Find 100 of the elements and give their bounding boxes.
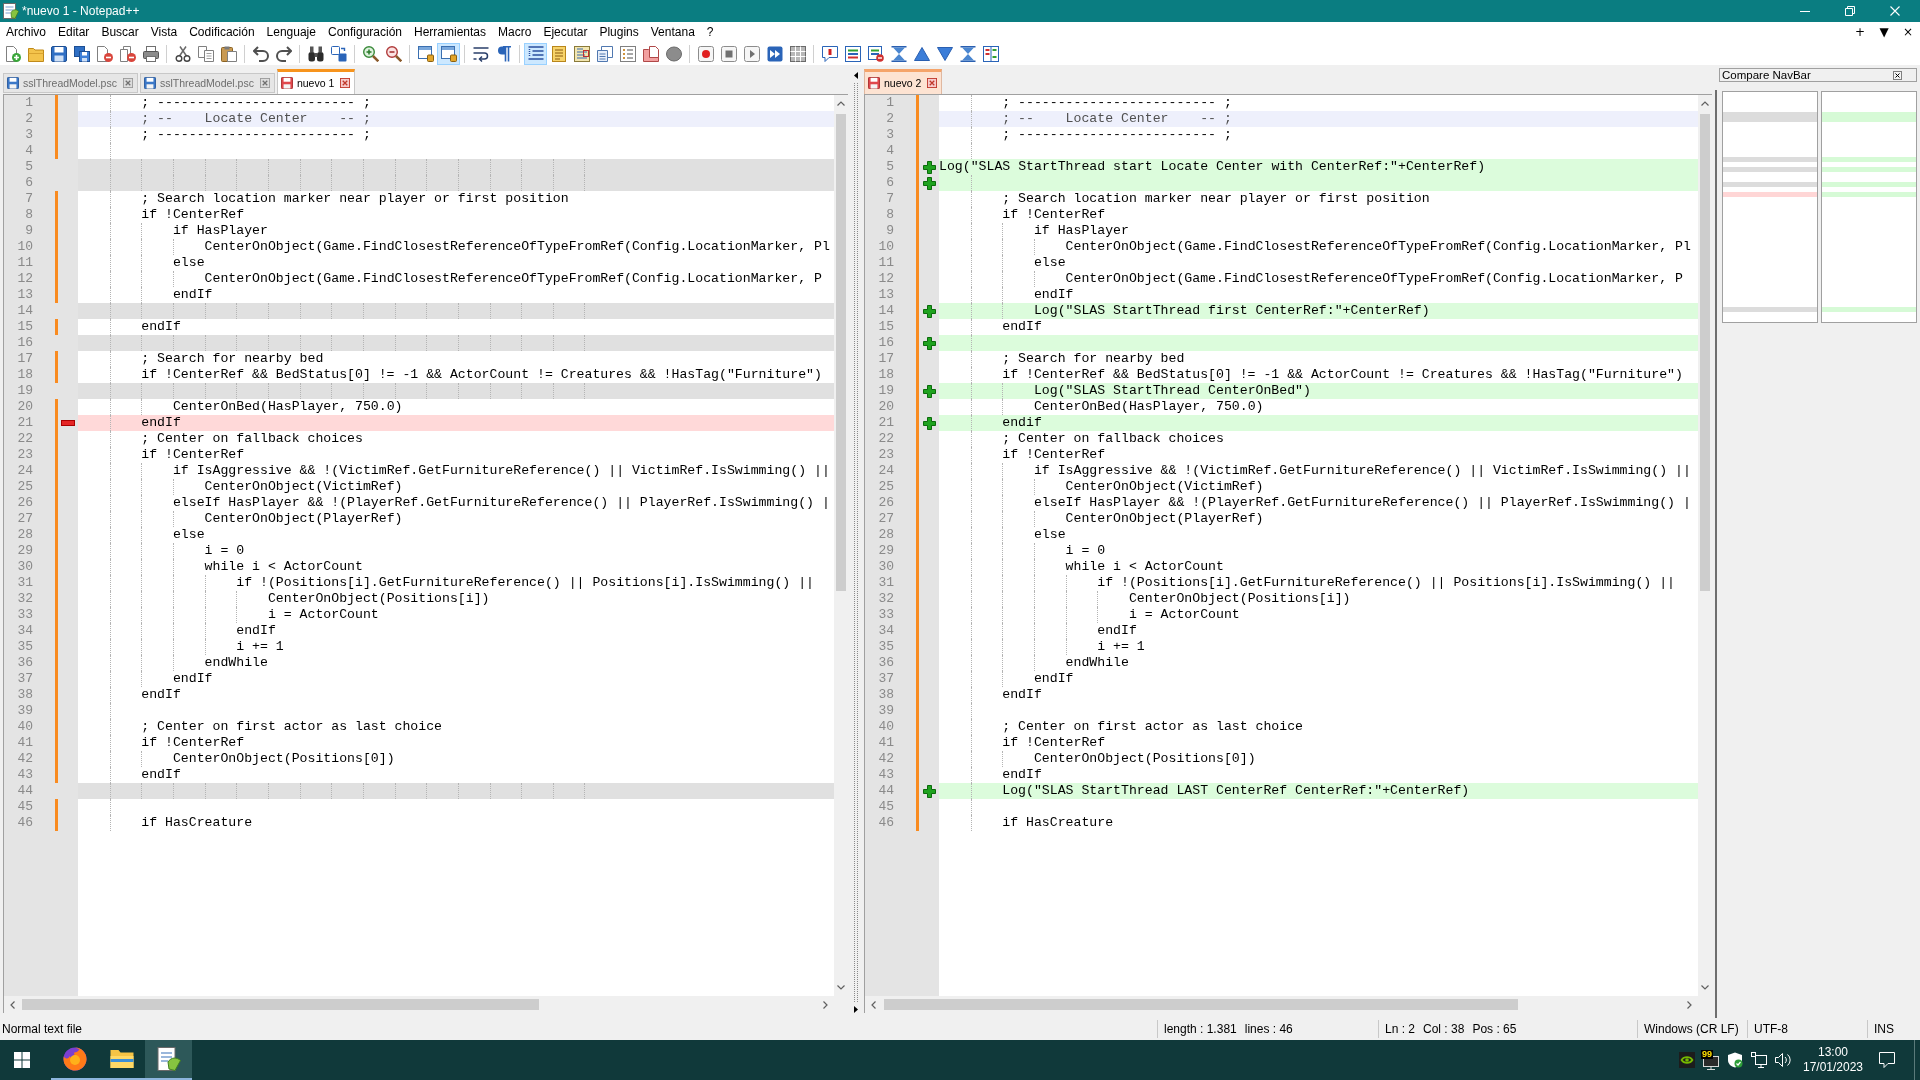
menu-item[interactable]: Configuración xyxy=(321,23,408,41)
code-line: if HasCreature xyxy=(1002,815,1114,831)
code-line: endIf xyxy=(1002,767,1042,783)
code-line: ; Search for nearby bed xyxy=(141,351,324,367)
line-number: 27 xyxy=(17,511,33,527)
chevron-up-icon[interactable] xyxy=(1701,101,1709,106)
code-line: if !CenterRef xyxy=(141,447,245,463)
horizontal-scrollbar[interactable] xyxy=(4,996,848,1013)
line-number: 2 xyxy=(886,111,894,127)
menu-item[interactable]: Macro xyxy=(492,23,538,41)
code-line: endIf xyxy=(1002,319,1042,335)
code-line: if IsAggressive && !(VictimRef.GetFurnitureReference() || VictimRef.IsSwimming() || xyxy=(172,463,830,479)
menu-item[interactable]: Vista xyxy=(144,23,184,41)
change-history-bar xyxy=(55,351,58,383)
close-icon[interactable] xyxy=(1893,70,1902,80)
chevron-up-icon[interactable] xyxy=(837,101,845,106)
menu-item[interactable]: Buscar xyxy=(95,23,145,41)
code-line: CenterOnObject(Game.FindClosestReferenceOfTypeFromRef(Config.LocationMarker, P xyxy=(1065,271,1683,287)
scrollbar-thumb[interactable] xyxy=(22,999,539,1010)
menu-item[interactable]: Editar xyxy=(52,23,96,41)
chevron-down-icon[interactable] xyxy=(837,985,845,990)
code-line: ; Search location marker near player or first position xyxy=(1002,191,1430,207)
code-line: else xyxy=(1033,527,1066,543)
insert-mode-text: INS xyxy=(1874,1021,1894,1037)
notepad-icon[interactable] xyxy=(156,1047,181,1071)
eye-icon[interactable] xyxy=(1679,1052,1695,1068)
tab[interactable]: nuevo 2 xyxy=(864,69,943,94)
line-number: 23 xyxy=(878,447,894,463)
close-tab-button[interactable]: × xyxy=(1902,24,1914,40)
line-number: 24 xyxy=(878,463,894,479)
menu-item[interactable]: Plugins xyxy=(593,23,645,41)
line-number: 19 xyxy=(17,383,33,399)
folder-icon[interactable] xyxy=(109,1047,134,1071)
new-tab-button[interactable]: + xyxy=(1854,24,1866,40)
code-line: elseIf HasPlayer && !(PlayerRef.GetFurnitureReference() || PlayerRef.IsSwimming() | xyxy=(1033,495,1691,511)
taskbar-app-button[interactable] xyxy=(145,1040,192,1080)
code-line: CenterOnObject(PlayerRef) xyxy=(1065,511,1264,527)
line-number: 20 xyxy=(878,399,894,415)
menu-item[interactable]: Lenguaje xyxy=(260,23,322,41)
speaker-icon[interactable] xyxy=(1775,1052,1791,1068)
chevron-left-icon[interactable] xyxy=(871,1000,876,1009)
left-triangle-icon[interactable] xyxy=(854,72,858,79)
menu-item[interactable]: Codificación xyxy=(183,23,261,41)
clock-time[interactable]: 13:00 xyxy=(1818,1045,1848,1060)
monitor-plug-icon[interactable] xyxy=(1751,1052,1767,1068)
line-number: 16 xyxy=(878,335,894,351)
line-number: 10 xyxy=(17,239,33,255)
diff-map[interactable] xyxy=(1821,91,1917,323)
restore-icon[interactable] xyxy=(1844,6,1855,16)
tab[interactable]: nuevo 1 xyxy=(276,69,356,94)
line-number: 31 xyxy=(17,575,33,591)
scrollbar-thumb[interactable] xyxy=(836,114,846,591)
notepad-icon xyxy=(3,3,19,19)
file-type-text: Normal text file xyxy=(2,1021,83,1037)
code-line: if !CenterRef xyxy=(1002,207,1106,223)
shield-icon[interactable] xyxy=(1727,1052,1743,1068)
horizontal-scrollbar[interactable] xyxy=(865,996,1712,1013)
line-number: 32 xyxy=(17,591,33,607)
chevron-right-icon[interactable] xyxy=(1687,1000,1692,1009)
line-number: 12 xyxy=(878,271,894,287)
tab[interactable]: sslThreadModel.psc xyxy=(3,73,138,93)
line-number: 39 xyxy=(17,703,33,719)
tab[interactable]: sslThreadModel.psc xyxy=(139,73,275,93)
menu-item[interactable]: Ejecutar xyxy=(537,23,594,41)
tab-list-button[interactable]: ▼ xyxy=(1879,24,1889,40)
line-number: 6 xyxy=(25,175,33,191)
scrollbar-thumb[interactable] xyxy=(884,999,1518,1010)
chevron-right-icon[interactable] xyxy=(823,1000,828,1009)
line-number: 28 xyxy=(17,527,33,543)
line-number: 37 xyxy=(878,671,894,687)
diff-map[interactable] xyxy=(1722,91,1818,323)
scrollbar-thumb[interactable] xyxy=(1700,114,1710,591)
line-number: 39 xyxy=(878,703,894,719)
plus-icon xyxy=(922,160,936,174)
menu-item[interactable]: Ventana xyxy=(644,23,701,41)
line-ending-text: Windows (CR LF) xyxy=(1644,1021,1739,1037)
line-number: 37 xyxy=(17,671,33,687)
vertical-scrollbar[interactable] xyxy=(834,95,848,996)
line-number: 3 xyxy=(25,127,33,143)
line-number: 29 xyxy=(878,543,894,559)
minimize-icon[interactable] xyxy=(1799,10,1810,12)
chevron-left-icon[interactable] xyxy=(10,1000,15,1009)
change-history-bar xyxy=(55,319,58,335)
line-number: 7 xyxy=(886,191,894,207)
line-number: 40 xyxy=(17,719,33,735)
clock-date[interactable]: 17/01/2023 xyxy=(1802,1060,1864,1075)
right-triangle-icon[interactable] xyxy=(854,1006,858,1013)
menu-item[interactable]: Archivo xyxy=(0,23,52,41)
menu-item[interactable]: ? xyxy=(700,23,720,41)
line-number: 17 xyxy=(878,351,894,367)
line-number: 13 xyxy=(878,287,894,303)
plus-icon xyxy=(922,784,936,798)
vertical-scrollbar[interactable] xyxy=(1698,95,1712,996)
code-line: ; -- Locate Center -- ; xyxy=(1002,111,1232,127)
menu-item[interactable]: Herramientas xyxy=(408,23,493,41)
line-number: 18 xyxy=(17,367,33,383)
code-line: endIf xyxy=(1033,287,1074,303)
line-number: 1 xyxy=(25,95,33,111)
chevron-down-icon[interactable] xyxy=(1701,985,1709,990)
round-logo-icon[interactable] xyxy=(62,1047,87,1071)
